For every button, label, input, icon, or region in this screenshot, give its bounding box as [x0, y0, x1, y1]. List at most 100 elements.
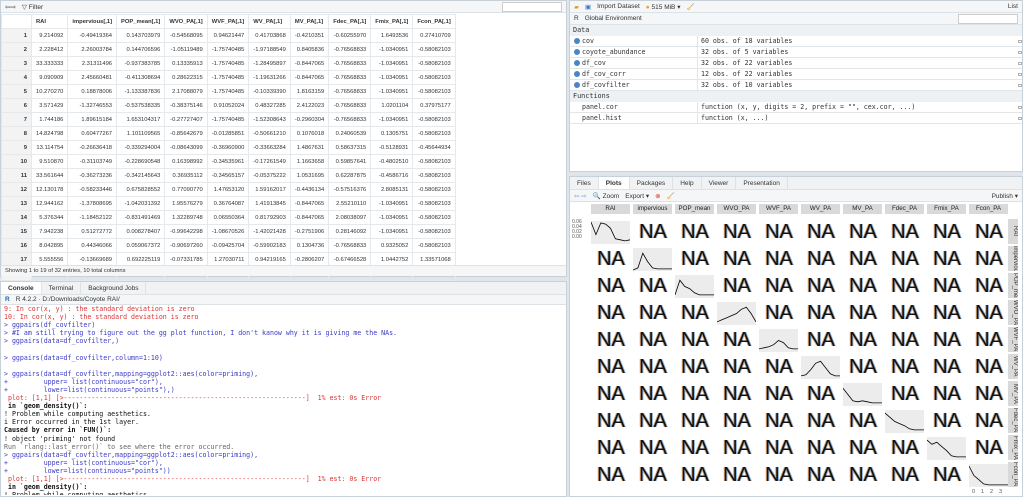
table-cell: -0.38375146	[164, 98, 208, 113]
function-row[interactable]: panel.hist function (x, ...) ▭	[570, 113, 1022, 124]
table-cell: 0.1076018	[289, 126, 330, 141]
expand-icon[interactable]	[574, 71, 580, 77]
table-cell: -0.4802510	[370, 154, 414, 169]
tab-plots[interactable]: Plots	[598, 177, 630, 189]
na-cell: NA	[639, 464, 667, 486]
tab-background-jobs[interactable]: Background Jobs	[81, 282, 147, 294]
column-header[interactable]: MV_PA[,1]	[289, 14, 330, 29]
table-cell: -0.58082103	[412, 112, 456, 127]
table-cell: 13.114754	[30, 140, 69, 155]
table-cell: -0.58233446	[67, 182, 118, 197]
row-number: 16	[1, 238, 32, 253]
na-cell: NA	[639, 329, 667, 351]
table-cell: -0.36960900	[206, 140, 250, 155]
console-output[interactable]: 9: In cor(x, y) : the standard deviation…	[1, 305, 566, 495]
open-icon[interactable]: ▰	[574, 3, 579, 11]
data-row[interactable]: cov 60 obs. of 18 variables ▭	[570, 36, 1022, 47]
view-table-icon[interactable]: ▭	[1018, 59, 1022, 67]
table-cell: -0.58082103	[412, 84, 456, 99]
table-cell: 0.28146092	[328, 224, 372, 239]
data-row[interactable]: df_covfilter 32 obs. of 10 variables ▭	[570, 80, 1022, 91]
na-cell: NA	[681, 329, 709, 351]
table-cell: 33.333333	[30, 56, 69, 71]
row-number: 13	[1, 196, 32, 211]
tab-viewer[interactable]: Viewer	[702, 177, 737, 189]
row-number-header[interactable]	[1, 14, 32, 29]
table-cell: -0.05375222	[248, 168, 291, 183]
save-icon[interactable]: ▣	[585, 3, 591, 11]
back-icon[interactable]: ⇦⇨	[5, 3, 16, 11]
table-cell: -0.537538335	[116, 98, 166, 113]
memory-usage[interactable]: ● 515 MiB ▾	[646, 3, 681, 11]
column-header[interactable]: Fcon_PA[,1]	[412, 14, 456, 29]
tab-packages[interactable]: Packages	[630, 177, 674, 189]
import-dataset-button[interactable]: Import Dataset	[597, 3, 640, 10]
ggpairs-plot: RAI RAI NA NA NA NA NA NA NA NA NA impervious imperv…	[570, 204, 1022, 496]
table-cell: -0.58082103	[412, 154, 456, 169]
row-strip: WV_PA	[1008, 354, 1018, 379]
tab-console[interactable]: Console	[1, 282, 42, 294]
zoom-button[interactable]: 🔍 Zoom	[593, 192, 620, 200]
table-cell: -1.52308643	[248, 112, 291, 127]
data-row[interactable]: coyote_abundance 32 obs. of 5 variables ▭	[570, 47, 1022, 58]
column-header[interactable]: POP_mean[,1]	[116, 14, 166, 29]
export-button[interactable]: Export ▾	[625, 192, 649, 200]
column-strip: WV_PA	[801, 204, 840, 214]
table-cell: 9.090909	[30, 70, 69, 85]
console-line: ! object 'priming' not found	[4, 434, 116, 443]
console-line: plot: [1,1] [>--------------------------…	[4, 394, 382, 403]
data-row[interactable]: df_cov 32 obs. of 22 variables ▭	[570, 58, 1022, 69]
tab-terminal[interactable]: Terminal	[42, 282, 82, 294]
filter-button[interactable]: ▽ Filter	[22, 3, 43, 11]
column-header[interactable]: WVO_PA[,1]	[164, 14, 208, 29]
function-row[interactable]: panel.cor function (x, y, digits = 2, pre…	[570, 102, 1022, 113]
table-cell: 2.45660481	[67, 70, 118, 85]
table-cell: -1.05119489	[164, 42, 208, 57]
column-header[interactable]: WVF_PA[,1]	[206, 14, 250, 29]
view-table-icon[interactable]: ▭	[1018, 48, 1022, 56]
table-cell: -0.50661210	[248, 126, 291, 141]
data-row[interactable]: df_cov_corr 12 obs. of 22 variables ▭	[570, 69, 1022, 80]
view-mode-select[interactable]: List	[1008, 3, 1018, 10]
column-header[interactable]: WV_PA[,1]	[248, 14, 291, 29]
na-cell: NA	[681, 383, 709, 405]
scope-select[interactable]: Global Environment	[585, 15, 642, 22]
na-cell: NA	[597, 437, 625, 459]
expand-icon[interactable]	[574, 38, 580, 44]
working-directory[interactable]: R 4.2.2 · D:/Downloads/Coyote RAI/	[16, 296, 120, 303]
column-header[interactable]: Fdec_PA[,1]	[328, 14, 372, 29]
env-search-input[interactable]	[958, 13, 1018, 24]
column-header[interactable]: Fmix_PA[,1]	[370, 14, 414, 29]
column-header[interactable]: impervious[,1]	[67, 14, 118, 29]
clear-plots-icon[interactable]: 🧹	[667, 192, 675, 200]
tab-presentation[interactable]: Presentation	[736, 177, 788, 189]
table-cell: 0.58637315	[328, 140, 372, 155]
view-table-icon[interactable]: ▭	[1018, 81, 1022, 89]
view-code-icon[interactable]: ▭	[1018, 103, 1022, 111]
view-table-icon[interactable]: ▭	[1018, 70, 1022, 78]
column-header[interactable]: RAI	[30, 14, 69, 29]
broom-icon[interactable]: 🧹	[686, 3, 694, 11]
table-cell: 2.55210110	[328, 196, 372, 211]
expand-icon[interactable]	[574, 82, 580, 88]
publish-button[interactable]: Publish ▾	[992, 192, 1018, 200]
back-arrow-icon[interactable]: ⇦ ⇨	[574, 192, 587, 200]
na-cell: NA	[891, 302, 919, 324]
variable-value: function (x, ...)	[701, 114, 769, 122]
table-cell: 0.1305751	[370, 126, 414, 141]
view-table-icon[interactable]: ▭	[1018, 37, 1022, 45]
expand-icon[interactable]	[574, 49, 580, 55]
table-cell: -0.58082103	[412, 224, 456, 239]
remove-plot-icon[interactable]: ⊗	[655, 192, 660, 200]
tab-help[interactable]: Help	[673, 177, 702, 189]
view-code-icon[interactable]: ▭	[1018, 114, 1022, 122]
table-cell: -0.31103749	[67, 154, 118, 169]
language-select[interactable]: R	[574, 15, 579, 22]
na-cell: NA	[681, 302, 709, 324]
na-cell: NA	[639, 383, 667, 405]
table-cell: -0.58082103	[412, 42, 456, 57]
search-input[interactable]	[502, 1, 562, 12]
expand-icon[interactable]	[574, 60, 580, 66]
tab-files[interactable]: Files	[570, 177, 599, 189]
na-cell: NA	[681, 221, 709, 243]
